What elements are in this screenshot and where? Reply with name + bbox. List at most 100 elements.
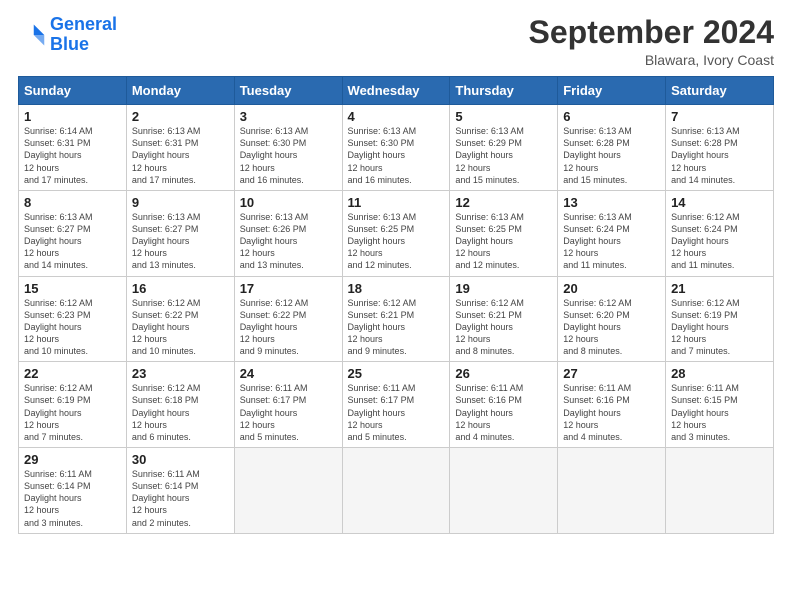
day-info: Sunrise: 6:13 AMSunset: 6:29 PMDaylight … (455, 125, 552, 186)
day-info: Sunrise: 6:12 AMSunset: 6:19 PMDaylight … (671, 297, 768, 358)
day-info: Sunrise: 6:12 AMSunset: 6:20 PMDaylight … (563, 297, 660, 358)
day-info: Sunrise: 6:12 AMSunset: 6:21 PMDaylight … (455, 297, 552, 358)
day-info: Sunrise: 6:13 AMSunset: 6:25 PMDaylight … (348, 211, 445, 272)
day-number: 1 (24, 109, 121, 124)
day-number: 18 (348, 281, 445, 296)
day-cell: 20Sunrise: 6:12 AMSunset: 6:20 PMDayligh… (558, 276, 666, 362)
day-number: 17 (240, 281, 337, 296)
day-cell: 2Sunrise: 6:13 AMSunset: 6:31 PMDaylight… (126, 105, 234, 191)
day-cell: 5Sunrise: 6:13 AMSunset: 6:29 PMDaylight… (450, 105, 558, 191)
day-number: 30 (132, 452, 229, 467)
day-number: 24 (240, 366, 337, 381)
day-number: 4 (348, 109, 445, 124)
day-info: Sunrise: 6:13 AMSunset: 6:25 PMDaylight … (455, 211, 552, 272)
day-cell: 19Sunrise: 6:12 AMSunset: 6:21 PMDayligh… (450, 276, 558, 362)
day-number: 9 (132, 195, 229, 210)
day-number: 28 (671, 366, 768, 381)
day-number: 15 (24, 281, 121, 296)
day-number: 13 (563, 195, 660, 210)
day-number: 11 (348, 195, 445, 210)
day-cell: 24Sunrise: 6:11 AMSunset: 6:17 PMDayligh… (234, 362, 342, 448)
day-cell: 23Sunrise: 6:12 AMSunset: 6:18 PMDayligh… (126, 362, 234, 448)
day-cell: 29Sunrise: 6:11 AMSunset: 6:14 PMDayligh… (19, 448, 127, 534)
title-block: September 2024 Blawara, Ivory Coast (529, 15, 774, 68)
day-cell (342, 448, 450, 534)
logo: General Blue (18, 15, 117, 55)
week-row-2: 8Sunrise: 6:13 AMSunset: 6:27 PMDaylight… (19, 190, 774, 276)
day-cell: 16Sunrise: 6:12 AMSunset: 6:22 PMDayligh… (126, 276, 234, 362)
day-cell: 22Sunrise: 6:12 AMSunset: 6:19 PMDayligh… (19, 362, 127, 448)
day-cell: 10Sunrise: 6:13 AMSunset: 6:26 PMDayligh… (234, 190, 342, 276)
day-cell: 3Sunrise: 6:13 AMSunset: 6:30 PMDaylight… (234, 105, 342, 191)
day-number: 16 (132, 281, 229, 296)
logo-general: General (50, 14, 117, 34)
day-info: Sunrise: 6:13 AMSunset: 6:31 PMDaylight … (132, 125, 229, 186)
day-info: Sunrise: 6:13 AMSunset: 6:30 PMDaylight … (348, 125, 445, 186)
day-cell: 14Sunrise: 6:12 AMSunset: 6:24 PMDayligh… (666, 190, 774, 276)
day-info: Sunrise: 6:12 AMSunset: 6:24 PMDaylight … (671, 211, 768, 272)
day-number: 25 (348, 366, 445, 381)
week-row-1: 1Sunrise: 6:14 AMSunset: 6:31 PMDaylight… (19, 105, 774, 191)
day-info: Sunrise: 6:11 AMSunset: 6:14 PMDaylight … (132, 468, 229, 529)
day-cell: 27Sunrise: 6:11 AMSunset: 6:16 PMDayligh… (558, 362, 666, 448)
day-number: 29 (24, 452, 121, 467)
day-cell: 18Sunrise: 6:12 AMSunset: 6:21 PMDayligh… (342, 276, 450, 362)
day-number: 14 (671, 195, 768, 210)
day-info: Sunrise: 6:12 AMSunset: 6:22 PMDaylight … (132, 297, 229, 358)
day-info: Sunrise: 6:11 AMSunset: 6:15 PMDaylight … (671, 382, 768, 443)
day-cell: 8Sunrise: 6:13 AMSunset: 6:27 PMDaylight… (19, 190, 127, 276)
day-cell: 17Sunrise: 6:12 AMSunset: 6:22 PMDayligh… (234, 276, 342, 362)
day-cell: 12Sunrise: 6:13 AMSunset: 6:25 PMDayligh… (450, 190, 558, 276)
col-tuesday: Tuesday (234, 77, 342, 105)
day-number: 10 (240, 195, 337, 210)
day-info: Sunrise: 6:12 AMSunset: 6:23 PMDaylight … (24, 297, 121, 358)
day-cell (450, 448, 558, 534)
day-info: Sunrise: 6:11 AMSunset: 6:17 PMDaylight … (240, 382, 337, 443)
day-number: 27 (563, 366, 660, 381)
location: Blawara, Ivory Coast (529, 52, 774, 68)
day-info: Sunrise: 6:12 AMSunset: 6:19 PMDaylight … (24, 382, 121, 443)
logo-text: General Blue (50, 15, 117, 55)
day-cell: 4Sunrise: 6:13 AMSunset: 6:30 PMDaylight… (342, 105, 450, 191)
col-thursday: Thursday (450, 77, 558, 105)
col-saturday: Saturday (666, 77, 774, 105)
day-info: Sunrise: 6:13 AMSunset: 6:26 PMDaylight … (240, 211, 337, 272)
day-info: Sunrise: 6:14 AMSunset: 6:31 PMDaylight … (24, 125, 121, 186)
day-number: 26 (455, 366, 552, 381)
day-info: Sunrise: 6:11 AMSunset: 6:17 PMDaylight … (348, 382, 445, 443)
day-number: 21 (671, 281, 768, 296)
day-info: Sunrise: 6:11 AMSunset: 6:14 PMDaylight … (24, 468, 121, 529)
page: General Blue September 2024 Blawara, Ivo… (0, 0, 792, 612)
day-cell: 13Sunrise: 6:13 AMSunset: 6:24 PMDayligh… (558, 190, 666, 276)
day-info: Sunrise: 6:12 AMSunset: 6:22 PMDaylight … (240, 297, 337, 358)
day-info: Sunrise: 6:12 AMSunset: 6:21 PMDaylight … (348, 297, 445, 358)
day-cell: 7Sunrise: 6:13 AMSunset: 6:28 PMDaylight… (666, 105, 774, 191)
calendar: Sunday Monday Tuesday Wednesday Thursday… (18, 76, 774, 534)
day-info: Sunrise: 6:13 AMSunset: 6:30 PMDaylight … (240, 125, 337, 186)
day-number: 5 (455, 109, 552, 124)
col-friday: Friday (558, 77, 666, 105)
day-cell: 6Sunrise: 6:13 AMSunset: 6:28 PMDaylight… (558, 105, 666, 191)
day-cell: 21Sunrise: 6:12 AMSunset: 6:19 PMDayligh… (666, 276, 774, 362)
day-info: Sunrise: 6:13 AMSunset: 6:24 PMDaylight … (563, 211, 660, 272)
day-info: Sunrise: 6:13 AMSunset: 6:27 PMDaylight … (132, 211, 229, 272)
day-cell: 28Sunrise: 6:11 AMSunset: 6:15 PMDayligh… (666, 362, 774, 448)
col-monday: Monday (126, 77, 234, 105)
month-title: September 2024 (529, 15, 774, 50)
day-number: 23 (132, 366, 229, 381)
day-info: Sunrise: 6:13 AMSunset: 6:27 PMDaylight … (24, 211, 121, 272)
day-cell: 9Sunrise: 6:13 AMSunset: 6:27 PMDaylight… (126, 190, 234, 276)
day-number: 3 (240, 109, 337, 124)
day-info: Sunrise: 6:12 AMSunset: 6:18 PMDaylight … (132, 382, 229, 443)
day-cell: 1Sunrise: 6:14 AMSunset: 6:31 PMDaylight… (19, 105, 127, 191)
day-number: 22 (24, 366, 121, 381)
logo-icon (18, 21, 46, 49)
day-info: Sunrise: 6:13 AMSunset: 6:28 PMDaylight … (671, 125, 768, 186)
col-wednesday: Wednesday (342, 77, 450, 105)
day-cell: 30Sunrise: 6:11 AMSunset: 6:14 PMDayligh… (126, 448, 234, 534)
day-cell: 11Sunrise: 6:13 AMSunset: 6:25 PMDayligh… (342, 190, 450, 276)
week-row-3: 15Sunrise: 6:12 AMSunset: 6:23 PMDayligh… (19, 276, 774, 362)
header: General Blue September 2024 Blawara, Ivo… (18, 15, 774, 68)
day-cell: 15Sunrise: 6:12 AMSunset: 6:23 PMDayligh… (19, 276, 127, 362)
day-info: Sunrise: 6:11 AMSunset: 6:16 PMDaylight … (563, 382, 660, 443)
